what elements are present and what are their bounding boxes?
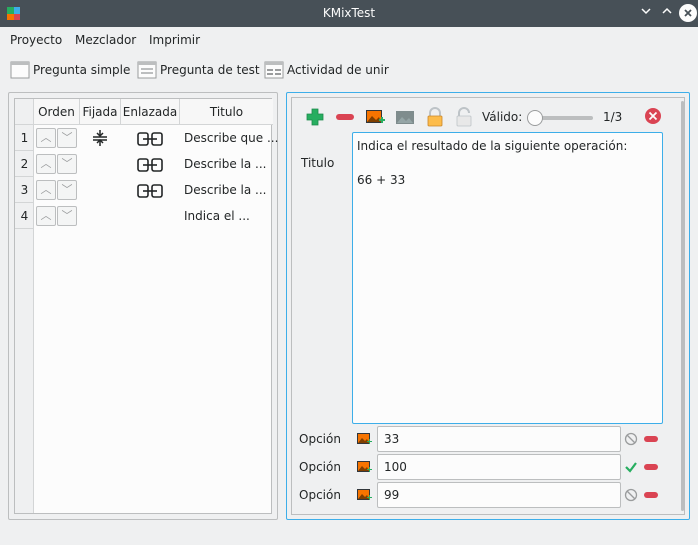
title-label: Titulo xyxy=(301,156,335,170)
menu-mezclador[interactable]: Mezclador xyxy=(75,33,136,47)
not-correct-icon[interactable] xyxy=(624,488,638,502)
row-number[interactable]: 3 xyxy=(15,177,34,203)
row-number[interactable]: 4 xyxy=(15,203,34,229)
chevron-down-icon: ﹀ xyxy=(61,209,73,222)
corner-header xyxy=(15,99,34,125)
test-question-label: Pregunta de test xyxy=(160,63,260,77)
row-number[interactable]: 1 xyxy=(15,125,34,151)
close-icon xyxy=(684,9,692,17)
option-input[interactable]: 100 xyxy=(377,454,621,480)
chevron-down-icon: ﹀ xyxy=(61,183,73,196)
questions-table: Orden Fijada Enlazada Titulo 1 2 3 4 ︿ ﹀… xyxy=(14,98,278,514)
columns-document-icon xyxy=(264,61,284,79)
join-activity-label: Actividad de unir xyxy=(287,63,389,77)
check-icon[interactable] xyxy=(624,460,638,474)
row-header-column: 1 2 3 4 xyxy=(15,125,34,513)
not-correct-icon[interactable] xyxy=(624,432,638,446)
chevron-up-icon xyxy=(662,7,672,14)
unlock-icon[interactable] xyxy=(454,107,474,127)
link-icon[interactable] xyxy=(137,132,163,146)
header-fixed[interactable]: Fijada xyxy=(80,99,121,125)
list-document-icon xyxy=(137,61,157,79)
option-input[interactable]: 99 xyxy=(377,482,621,508)
simple-question-button[interactable]: Pregunta simple xyxy=(10,59,130,81)
remove-icon[interactable] xyxy=(335,107,355,127)
add-icon[interactable] xyxy=(305,107,325,127)
menu-bar: Proyecto Mezclador Imprimir xyxy=(0,27,698,53)
chevron-down-icon: ﹀ xyxy=(61,131,73,144)
header-order[interactable]: Orden xyxy=(34,99,80,125)
move-up-button[interactable]: ︿ xyxy=(36,180,56,200)
chevron-up-icon: ︿ xyxy=(40,209,52,222)
move-down-button[interactable]: ﹀ xyxy=(57,180,77,200)
move-up-button[interactable]: ︿ xyxy=(36,206,56,226)
add-image-icon[interactable] xyxy=(356,487,372,503)
join-activity-button[interactable]: Actividad de unir xyxy=(264,59,389,81)
questions-panel: Orden Fijada Enlazada Titulo 1 2 3 4 ︿ ﹀… xyxy=(8,92,278,520)
menu-proyecto[interactable]: Proyecto xyxy=(10,33,62,47)
option-input[interactable]: 33 xyxy=(377,426,621,452)
move-down-button[interactable]: ﹀ xyxy=(57,206,77,226)
window-title: KMixTest xyxy=(322,6,376,20)
row-number[interactable]: 2 xyxy=(15,151,34,177)
remove-option-icon[interactable] xyxy=(644,464,658,470)
add-image-icon[interactable] xyxy=(356,459,372,475)
chevron-down-icon: ﹀ xyxy=(61,157,73,170)
move-up-button[interactable]: ︿ xyxy=(36,154,56,174)
remove-option-icon[interactable] xyxy=(644,492,658,498)
move-down-button[interactable]: ﹀ xyxy=(57,128,77,148)
header-linked[interactable]: Enlazada xyxy=(121,99,180,125)
maximize-button[interactable] xyxy=(658,4,676,22)
question-title-cell[interactable]: Describe la ... xyxy=(184,157,267,171)
question-title-cell[interactable]: Describe que ... xyxy=(184,131,278,145)
delete-question-icon[interactable] xyxy=(644,107,662,125)
header-title[interactable]: Titulo xyxy=(180,99,273,125)
valid-value: 1/3 xyxy=(603,110,623,124)
chevron-up-icon: ︿ xyxy=(40,183,52,196)
toolbar: Pregunta simple Pregunta de test Activid… xyxy=(0,55,698,85)
editor-scrollbar[interactable] xyxy=(681,101,684,511)
slider-handle[interactable] xyxy=(527,110,543,126)
link-icon[interactable] xyxy=(137,184,163,198)
option-label: Opción xyxy=(299,432,341,446)
option-label: Opción xyxy=(299,488,341,502)
add-image-icon[interactable] xyxy=(365,107,385,127)
document-icon xyxy=(10,61,30,79)
option-label: Opción xyxy=(299,460,341,474)
question-editor-panel: Válido: 1/3 Titulo Indica el resultado d… xyxy=(286,92,690,520)
image-disabled-icon[interactable] xyxy=(395,107,415,127)
move-down-button[interactable]: ﹀ xyxy=(57,154,77,174)
valid-label: Válido: xyxy=(482,110,523,124)
add-image-icon[interactable] xyxy=(356,431,372,447)
minimize-button[interactable] xyxy=(637,4,655,22)
close-button[interactable] xyxy=(679,4,697,22)
chevron-up-icon: ︿ xyxy=(40,157,52,170)
chevron-down-icon xyxy=(641,8,651,15)
menu-imprimir[interactable]: Imprimir xyxy=(149,33,200,47)
title-bar: KMixTest xyxy=(0,0,698,27)
title-textarea[interactable]: Indica el resultado de la siguiente oper… xyxy=(352,132,663,424)
link-icon[interactable] xyxy=(137,158,163,172)
simple-question-label: Pregunta simple xyxy=(33,63,131,77)
question-title-cell[interactable]: Describe la ... xyxy=(184,183,267,197)
move-up-button[interactable]: ︿ xyxy=(36,128,56,148)
pin-fixed-icon[interactable] xyxy=(91,129,109,147)
test-question-button[interactable]: Pregunta de test xyxy=(137,59,260,81)
chevron-up-icon: ︿ xyxy=(40,131,52,144)
remove-option-icon[interactable] xyxy=(644,436,658,442)
lock-icon[interactable] xyxy=(425,107,445,127)
question-title-cell[interactable]: Indica el ... xyxy=(184,209,250,223)
